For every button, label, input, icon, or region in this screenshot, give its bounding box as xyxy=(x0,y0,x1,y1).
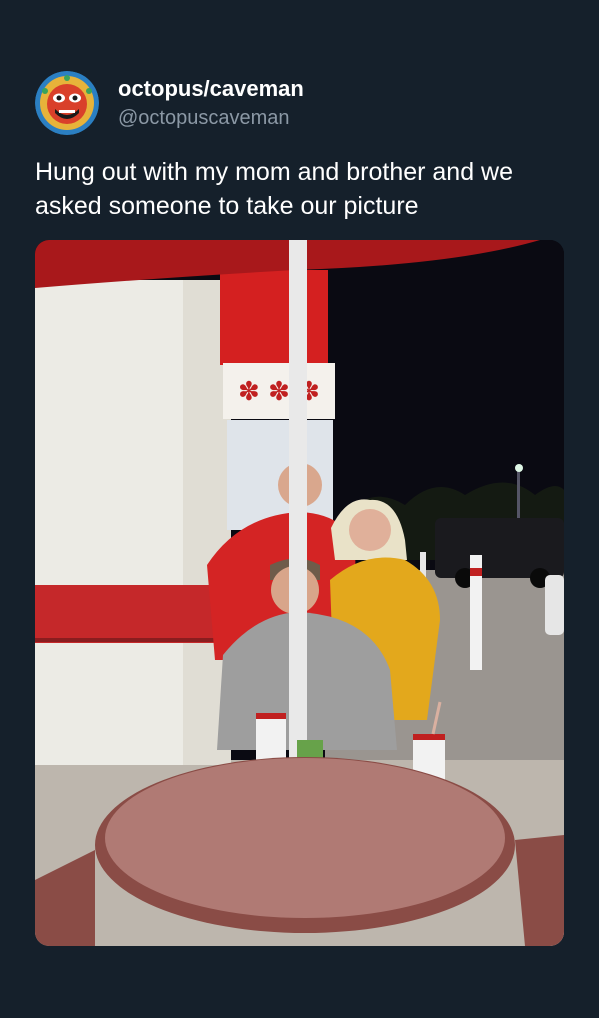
photo-illustration: ✽ ✽ ✽ xyxy=(35,240,564,946)
tweet-text: Hung out with my mom and brother and we … xyxy=(35,158,514,220)
svg-text:✽ ✽ ✽: ✽ ✽ ✽ xyxy=(238,377,320,407)
profile-avatar[interactable] xyxy=(35,71,99,135)
author-handle[interactable]: @octopuscaveman xyxy=(118,107,290,130)
tweet-photo[interactable]: ✽ ✽ ✽ xyxy=(35,240,564,946)
author-display-name[interactable]: octopus/caveman xyxy=(118,76,304,102)
tweet-card: octopus/caveman @octopuscaveman Hung out… xyxy=(0,0,599,1018)
aztec-mask-avatar-icon xyxy=(35,71,99,135)
